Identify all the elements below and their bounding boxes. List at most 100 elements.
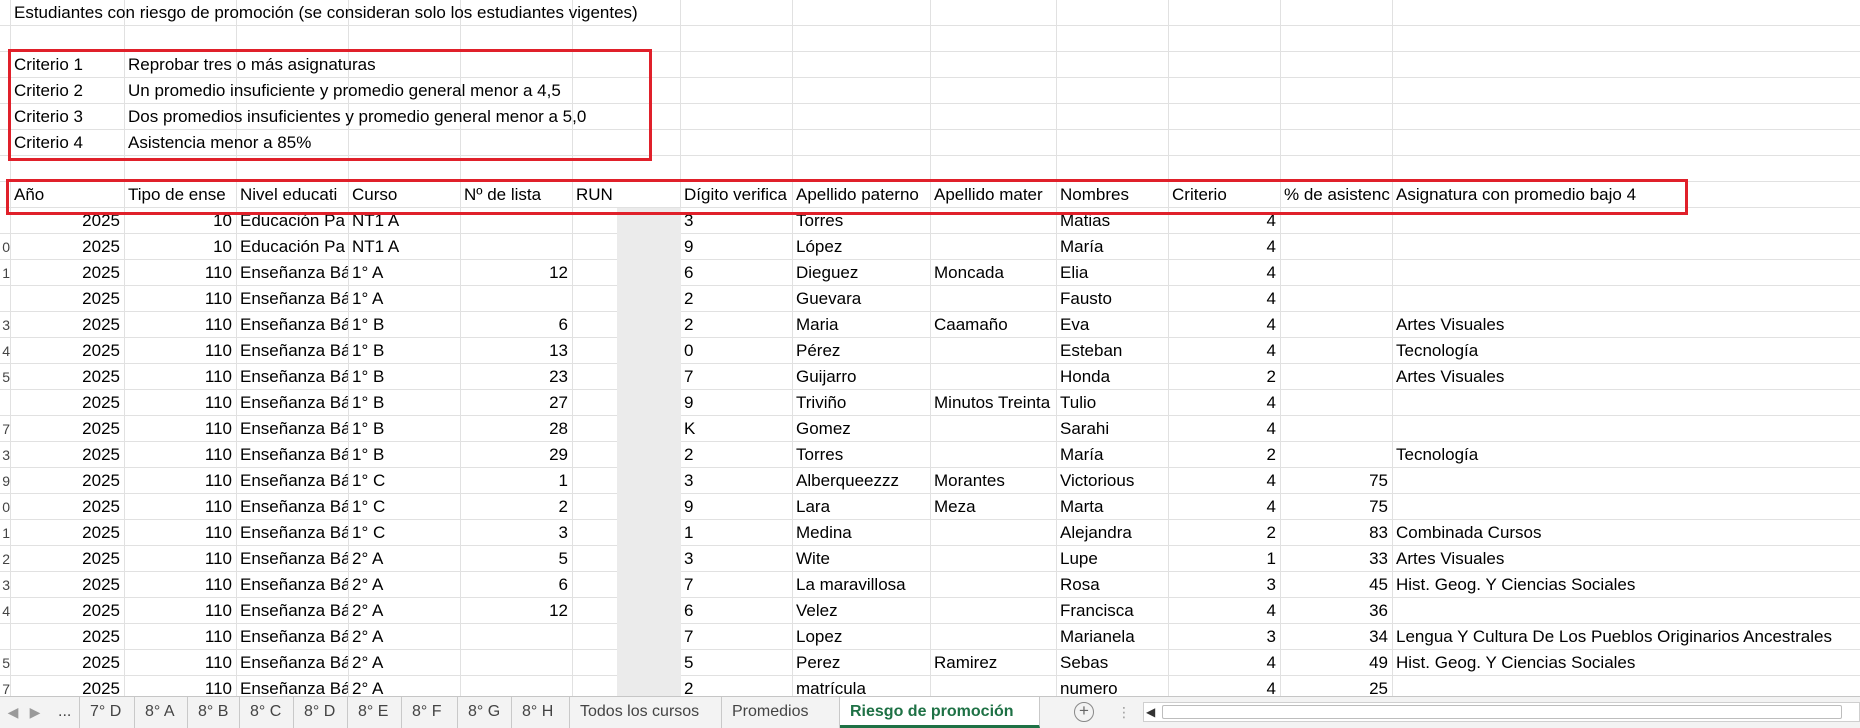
table-cell[interactable] [1392, 286, 1860, 312]
table-cell[interactable]: 0 [680, 338, 792, 364]
table-cell[interactable]: María [1056, 234, 1168, 260]
column-header-cell[interactable]: % de asistenc [1280, 182, 1392, 208]
criteria-description-cell[interactable]: Asistencia menor a 85% [124, 130, 1024, 156]
table-cell[interactable]: 2025 [10, 572, 124, 598]
table-cell[interactable]: Enseñanza Bá [236, 546, 348, 572]
column-header-cell[interactable]: Apellido mater [930, 182, 1056, 208]
table-cell[interactable]: 2° A [348, 650, 460, 676]
table-cell[interactable]: 110 [124, 416, 236, 442]
criteria-label-cell[interactable]: Criterio 4 [10, 130, 124, 156]
table-cell[interactable] [1392, 234, 1860, 260]
table-cell[interactable]: 2025 [10, 208, 124, 234]
table-cell[interactable]: 2025 [10, 598, 124, 624]
table-cell[interactable]: López [792, 234, 930, 260]
table-cell[interactable]: 27 [460, 390, 572, 416]
table-cell[interactable] [1280, 312, 1392, 338]
table-cell[interactable]: 7 [680, 572, 792, 598]
table-cell[interactable] [1280, 338, 1392, 364]
table-cell[interactable]: 23 [460, 364, 572, 390]
table-cell[interactable]: Esteban [1056, 338, 1168, 364]
table-cell[interactable]: 4 [1168, 338, 1280, 364]
table-cell[interactable]: 75 [1280, 468, 1392, 494]
table-cell[interactable]: 2° A [348, 572, 460, 598]
tab-active-sheet[interactable]: Riesgo de promoción [840, 697, 1040, 728]
table-cell[interactable]: Hist. Geog. Y Ciencias Sociales [1392, 650, 1860, 676]
column-header-cell[interactable]: RUN [572, 182, 680, 208]
table-cell[interactable]: 9 [680, 390, 792, 416]
table-cell[interactable]: 110 [124, 390, 236, 416]
table-cell[interactable]: 3 [680, 546, 792, 572]
table-cell[interactable]: Marianela [1056, 624, 1168, 650]
table-cell[interactable]: numero [1056, 676, 1168, 696]
sheet-tab[interactable]: 8° C [240, 697, 294, 728]
sheet-tab[interactable]: ... [48, 697, 80, 728]
table-cell[interactable]: 3 [1168, 572, 1280, 598]
table-cell[interactable]: Artes Visuales [1392, 364, 1860, 390]
table-cell[interactable]: Lopez [792, 624, 930, 650]
table-cell[interactable] [460, 208, 572, 234]
criteria-description-cell[interactable]: Dos promedios insuficientes y promedio g… [124, 104, 1024, 130]
table-cell[interactable]: 2 [1168, 520, 1280, 546]
criteria-label-cell[interactable]: Criterio 2 [10, 78, 124, 104]
table-cell[interactable]: Francisca [1056, 598, 1168, 624]
column-header-cell[interactable]: Nº de lista [460, 182, 572, 208]
criteria-label-cell[interactable]: Criterio 1 [10, 52, 124, 78]
table-cell[interactable]: 2025 [10, 390, 124, 416]
table-cell[interactable] [1392, 260, 1860, 286]
table-cell[interactable]: 2025 [10, 260, 124, 286]
table-cell[interactable] [930, 208, 1056, 234]
table-cell[interactable]: Meza [930, 494, 1056, 520]
table-cell[interactable] [930, 442, 1056, 468]
table-cell[interactable]: 110 [124, 286, 236, 312]
table-cell[interactable]: 1° B [348, 312, 460, 338]
table-cell[interactable]: matrícula [792, 676, 930, 696]
table-cell[interactable] [1392, 208, 1860, 234]
table-cell[interactable]: 1° B [348, 390, 460, 416]
table-cell[interactable]: Enseñanza Bá [236, 650, 348, 676]
table-cell[interactable]: 110 [124, 468, 236, 494]
table-cell[interactable] [460, 286, 572, 312]
table-cell[interactable]: 2 [460, 494, 572, 520]
column-header-cell[interactable]: Dígito verifica [680, 182, 792, 208]
table-cell[interactable]: Wite [792, 546, 930, 572]
table-cell[interactable]: 10 [124, 208, 236, 234]
table-cell[interactable]: 28 [460, 416, 572, 442]
table-cell[interactable]: 1 [680, 520, 792, 546]
table-cell[interactable]: 6 [460, 312, 572, 338]
table-cell[interactable]: 4 [1168, 598, 1280, 624]
table-cell[interactable]: 4 [1168, 234, 1280, 260]
table-cell[interactable]: 2025 [10, 624, 124, 650]
table-cell[interactable]: Lupe [1056, 546, 1168, 572]
table-cell[interactable]: 12 [460, 260, 572, 286]
table-cell[interactable]: 10 [124, 234, 236, 260]
table-cell[interactable]: 2 [680, 286, 792, 312]
criteria-description-cell[interactable]: Un promedio insuficiente y promedio gene… [124, 78, 1024, 104]
table-cell[interactable] [930, 286, 1056, 312]
table-cell[interactable] [930, 598, 1056, 624]
table-cell[interactable] [930, 520, 1056, 546]
table-cell[interactable]: 4 [1168, 286, 1280, 312]
table-cell[interactable]: 36 [1280, 598, 1392, 624]
table-cell[interactable] [460, 234, 572, 260]
table-cell[interactable]: Perez [792, 650, 930, 676]
table-cell[interactable]: 4 [1168, 390, 1280, 416]
table-cell[interactable] [930, 572, 1056, 598]
table-cell[interactable] [460, 650, 572, 676]
table-cell[interactable]: 9 [680, 234, 792, 260]
table-cell[interactable]: 2 [680, 312, 792, 338]
sheet-tab[interactable]: 8° A [135, 697, 188, 728]
column-header-cell[interactable]: Nombres [1056, 182, 1168, 208]
table-cell[interactable]: 4 [1168, 416, 1280, 442]
table-cell[interactable]: Enseñanza Bá [236, 364, 348, 390]
table-cell[interactable]: 7 [680, 624, 792, 650]
table-cell[interactable]: 2025 [10, 494, 124, 520]
table-cell[interactable] [1392, 416, 1860, 442]
table-cell[interactable]: 110 [124, 650, 236, 676]
sheet-tab[interactable]: 8° D [294, 697, 348, 728]
table-cell[interactable]: 12 [460, 598, 572, 624]
table-cell[interactable]: Velez [792, 598, 930, 624]
sheet-title-cell[interactable]: Estudiantes con riesgo de promoción (se … [10, 0, 1210, 26]
table-cell[interactable]: Enseñanza Bá [236, 442, 348, 468]
table-cell[interactable]: 1 [1168, 546, 1280, 572]
table-cell[interactable]: 29 [460, 442, 572, 468]
